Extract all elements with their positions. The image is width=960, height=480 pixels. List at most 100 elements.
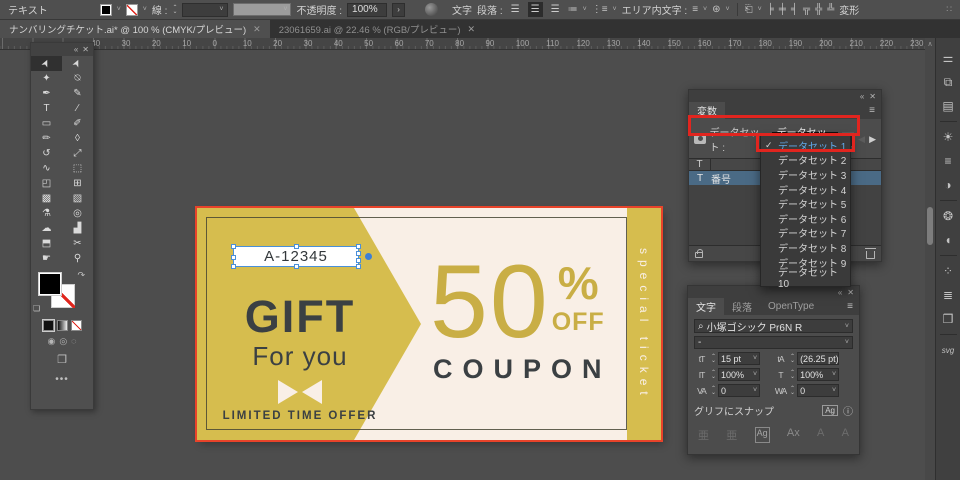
gradient-tool[interactable]: ▧ xyxy=(62,191,93,206)
width-tool[interactable]: ∿ xyxy=(31,161,62,176)
edit-toolbar-icon[interactable]: ••• xyxy=(31,374,93,385)
selection-tool[interactable]: ➤ xyxy=(31,56,62,71)
align-panel-icon[interactable]: ≣ xyxy=(936,283,960,307)
layers-panel-icon[interactable]: ⧉ xyxy=(936,70,960,94)
perspective-grid-tool[interactable]: ◰ xyxy=(31,176,62,191)
gradient-button[interactable] xyxy=(57,320,68,331)
glyph-option-icon[interactable]: 亜 xyxy=(698,427,709,443)
vertical-scale-field[interactable]: 100%˅ xyxy=(718,368,760,381)
stroke-color-swatch[interactable] xyxy=(126,4,138,16)
vertical-scrollbar[interactable]: ∧ xyxy=(925,38,935,480)
close-tab-icon[interactable]: ✕ xyxy=(467,24,475,35)
glyph-option-icon[interactable]: Ag xyxy=(755,427,770,443)
lock-icon[interactable] xyxy=(695,252,703,258)
leading-field[interactable]: (26.25 pt)˅ xyxy=(797,352,839,365)
collapse-icon[interactable]: « xyxy=(74,45,78,54)
glyph-option-icon[interactable]: 亜 xyxy=(726,427,737,443)
pathfinder-panel-icon[interactable]: ❒ xyxy=(936,307,960,331)
tab-paragraph[interactable]: 段落 xyxy=(724,298,760,315)
shaper-tool[interactable]: ✏ xyxy=(31,131,62,146)
shape-builder-tool[interactable]: ▩ xyxy=(31,191,62,206)
glyph-option-icon[interactable]: A xyxy=(817,427,824,443)
lasso-tool[interactable]: ⍉ xyxy=(62,71,93,86)
dataset-option[interactable]: データセット 5 xyxy=(761,196,850,211)
opacity-label[interactable]: 不透明度 : xyxy=(296,2,342,17)
pen-tool[interactable]: ✒ xyxy=(31,86,62,101)
magic-wand-tool[interactable]: ✦ xyxy=(31,71,62,86)
glyph-badge-icon[interactable]: Ag xyxy=(822,405,838,416)
svg-interactivity-panel-icon[interactable]: svg xyxy=(936,338,960,362)
free-transform-tool[interactable]: ⬚ xyxy=(62,161,93,176)
hand-tool[interactable]: ☛ xyxy=(31,251,62,266)
previous-dataset-icon[interactable]: ◀ xyxy=(858,134,865,145)
document-setup-icon[interactable]: ⎗ xyxy=(745,4,753,15)
gradient-panel-icon[interactable]: ◑ xyxy=(936,173,960,197)
screen-mode-icon[interactable]: ❐ xyxy=(31,353,93,366)
opacity-field[interactable]: 100% xyxy=(347,3,387,17)
kerning-stepper[interactable]: ⌃⌄ xyxy=(711,387,716,395)
selection-handle[interactable] xyxy=(356,258,361,263)
tools-panel-header[interactable]: « ✕ xyxy=(31,43,93,56)
panel-menu-icon[interactable]: ≡ xyxy=(841,298,859,315)
info-icon[interactable]: ⓘ xyxy=(843,403,853,418)
panel-menu-icon[interactable]: ≡ xyxy=(863,102,881,119)
dataset-option[interactable]: データセット 4 xyxy=(761,182,850,197)
dataset-option[interactable]: データセット 6 xyxy=(761,211,850,226)
tab-23061659[interactable]: 23061659.ai @ 22.46 % (RGB/プレビュー) ✕ xyxy=(270,20,484,38)
glyph-option-icon[interactable]: Ax xyxy=(787,427,800,443)
selection-handle[interactable] xyxy=(294,244,299,249)
scrollbar-thumb[interactable] xyxy=(927,207,933,245)
horizontal-ruler[interactable]: 4030201001020304050607080901001101201301… xyxy=(0,38,925,50)
align-v-bottom-icon[interactable]: ╩ xyxy=(827,4,834,15)
align-h-left-icon[interactable]: ╞ xyxy=(767,4,774,15)
next-dataset-icon[interactable]: ▶ xyxy=(869,134,876,145)
width-profile-dropdown[interactable]: ˅ xyxy=(233,3,291,16)
glyph-option-icon[interactable]: A xyxy=(842,427,849,443)
tab-variables[interactable]: 変数 xyxy=(689,102,725,119)
coupon-artboard[interactable]: special ticket GIFT For you LIMITED TIME… xyxy=(197,208,661,440)
fill-color-indicator[interactable] xyxy=(38,272,62,296)
selection-handle[interactable] xyxy=(231,244,236,249)
align-h-center-icon[interactable]: ╪ xyxy=(779,4,786,15)
vertical-scale-stepper[interactable]: ⌃⌄ xyxy=(711,371,716,379)
paragraph-link-label[interactable]: 段落 : xyxy=(477,2,503,17)
rotate-tool[interactable]: ↺ xyxy=(31,146,62,161)
scroll-up-icon[interactable]: ∧ xyxy=(925,40,935,48)
fill-color-swatch[interactable] xyxy=(100,4,112,16)
capture-dataset-icon[interactable] xyxy=(694,134,706,144)
dataset-option[interactable]: データセット 3 xyxy=(761,167,850,182)
close-icon[interactable]: ✕ xyxy=(869,92,876,101)
zoom-tool[interactable]: ⚲ xyxy=(62,251,93,266)
dataset-option[interactable]: データセット 2 xyxy=(761,153,850,168)
font-size-stepper[interactable]: ⌃⌄ xyxy=(711,355,716,363)
style-wheel-icon[interactable]: ⊛ xyxy=(712,4,720,15)
area-type-label[interactable]: エリア内文字 : xyxy=(622,2,688,17)
variables-panel-header[interactable]: « ✕ xyxy=(689,90,881,102)
font-style-select[interactable]: - ˅ xyxy=(694,336,853,349)
align-h-right-icon[interactable]: ╡ xyxy=(791,4,798,15)
font-size-field[interactable]: 15 pt˅ xyxy=(718,352,760,365)
dataset-option[interactable]: データセット 10 xyxy=(761,269,850,284)
draw-behind-icon[interactable]: ◎ xyxy=(59,336,67,347)
curvature-tool[interactable]: ✎ xyxy=(62,86,93,101)
area-type-options-icon[interactable]: ≡ xyxy=(692,4,698,15)
paintbrush-tool[interactable]: ✐ xyxy=(62,116,93,131)
panel-options-icon[interactable]: ∷ xyxy=(946,4,952,15)
blend-tool[interactable]: ◎ xyxy=(62,206,93,221)
swap-fill-stroke-icon[interactable]: ↷ xyxy=(77,270,85,281)
kerning-field[interactable]: 0˅ xyxy=(718,384,760,397)
align-v-top-icon[interactable]: ╦ xyxy=(803,4,810,15)
none-button[interactable] xyxy=(71,320,82,331)
bullet-list-icon[interactable]: ≔ xyxy=(568,4,578,15)
close-tab-icon[interactable]: ✕ xyxy=(253,24,261,35)
selection-handle[interactable] xyxy=(356,264,361,269)
font-family-select[interactable]: ⌕ 小塚ゴシック Pr6N R ˅ xyxy=(694,319,853,333)
selection-handle[interactable] xyxy=(356,244,361,249)
transform-label[interactable]: 変形 xyxy=(839,2,859,17)
scale-tool[interactable]: ⤢ xyxy=(62,146,93,161)
tracking-field[interactable]: 0˅ xyxy=(797,384,839,397)
tab-opentype[interactable]: OpenType xyxy=(760,298,822,315)
align-center-button[interactable]: ☰ xyxy=(528,2,543,17)
opacity-more-button[interactable]: › xyxy=(392,3,405,17)
close-icon[interactable]: ✕ xyxy=(82,45,89,54)
